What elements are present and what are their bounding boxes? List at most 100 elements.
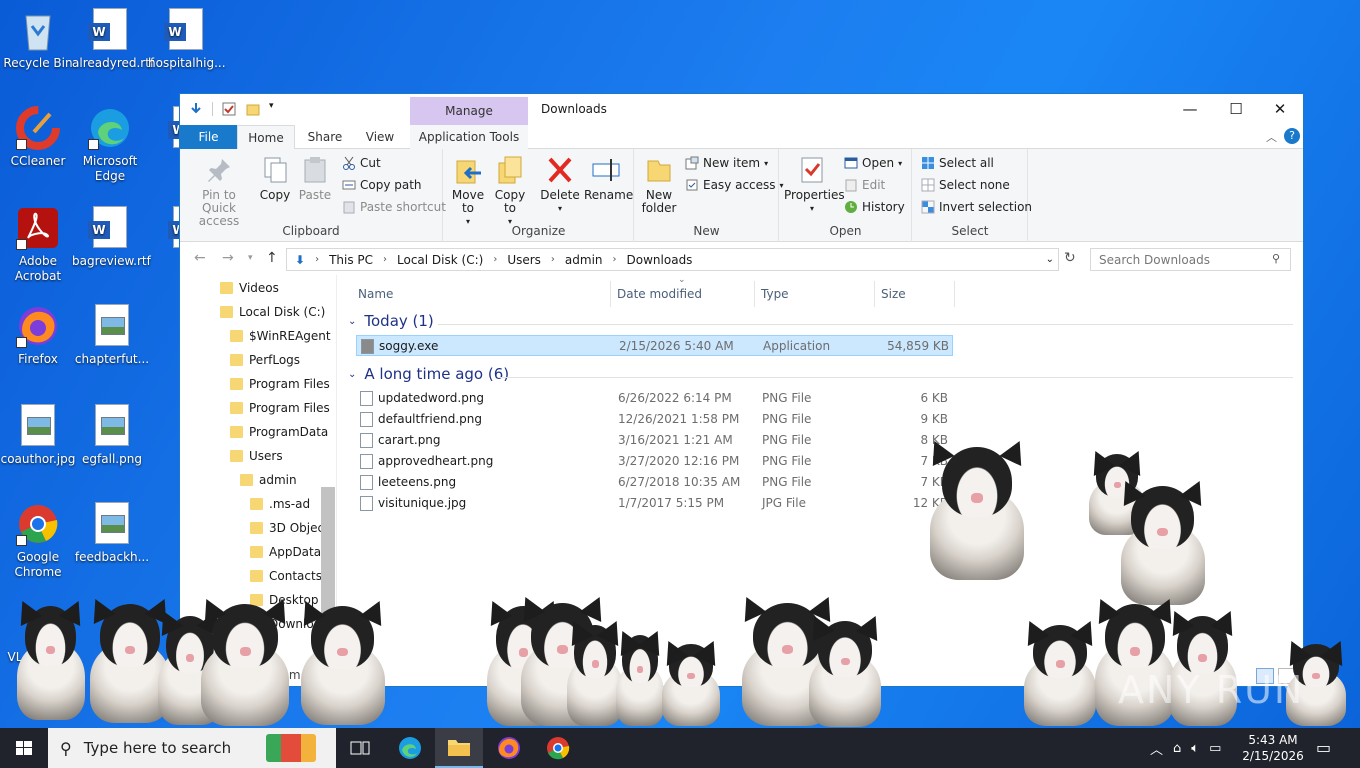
column-header-type[interactable]: Type	[755, 281, 875, 307]
tab-share[interactable]: Share	[302, 125, 348, 149]
file-row[interactable]: updatedword.png 6/26/2022 6:14 PM PNG File…	[356, 388, 953, 409]
help-icon[interactable]: ?	[1284, 128, 1300, 144]
desktop-icon-feedbackh[interactable]: feedbackh...	[74, 502, 150, 565]
tab-view[interactable]: View	[358, 125, 402, 149]
breadcrumb-local-disk[interactable]: Local Disk (C:)	[397, 253, 483, 267]
tab-application-tools[interactable]: Application Tools	[410, 125, 528, 149]
edit-button[interactable]: Edit	[844, 178, 885, 192]
taskbar-search-box[interactable]: ⚲ Type here to search	[48, 728, 336, 768]
nav-item[interactable]: $WinREAgent	[230, 325, 331, 347]
desktop-icon-ccleaner[interactable]: CCleaner	[0, 106, 76, 169]
file-row[interactable]: approvedheart.png 3/27/2020 12:16 PM PNG F…	[356, 451, 953, 472]
new-item-button[interactable]: New item ▾	[685, 156, 768, 170]
easy-access-button[interactable]: Easy access ▾	[685, 178, 784, 192]
rename-button[interactable]: Rename	[584, 155, 633, 202]
taskbar-firefox-button[interactable]	[485, 728, 533, 768]
taskbar-file-explorer-button[interactable]	[435, 728, 483, 768]
close-button[interactable]: ✕	[1257, 94, 1303, 124]
maximize-button[interactable]: ☐	[1213, 94, 1259, 124]
volume-icon[interactable]: 🔈︎	[1191, 741, 1199, 756]
collapse-ribbon-icon[interactable]: ︿	[1266, 129, 1277, 145]
copy-to-button[interactable]: Copy to ▾	[490, 155, 530, 228]
nav-item[interactable]: Users	[230, 445, 283, 467]
breadcrumb-users[interactable]: Users	[507, 253, 541, 267]
folder-icon	[250, 498, 263, 510]
input-indicator-icon[interactable]: ▭	[1209, 741, 1221, 756]
tab-file[interactable]: File	[180, 125, 237, 149]
address-bar[interactable]: ⬇ › This PC › Local Disk (C:) › Users › …	[286, 248, 1059, 271]
file-row[interactable]: visitunique.jpg 1/7/2017 5:15 PM JPG File 1…	[356, 493, 953, 514]
refresh-icon[interactable]: ↻	[1064, 250, 1076, 266]
recent-locations-icon[interactable]: ▾	[248, 253, 253, 263]
copy-button[interactable]: Copy	[256, 155, 294, 202]
desktop-icon-edge[interactable]: Microsoft Edge	[72, 106, 148, 184]
nav-item[interactable]: Local Disk (C:)	[220, 301, 325, 323]
desktop-icon-acrobat[interactable]: Adobe Acrobat	[0, 206, 76, 284]
file-row[interactable]: defaultfriend.png 12/26/2021 1:58 PM PNG F…	[356, 409, 953, 430]
address-dropdown-icon[interactable]: ⌄	[1046, 254, 1054, 265]
nav-item[interactable]: Program Files	[230, 373, 330, 395]
taskbar-edge-button[interactable]	[386, 728, 434, 768]
notifications-icon[interactable]: ▭	[1316, 738, 1331, 757]
desktop-icon-chrome[interactable]: Google Chrome	[0, 502, 76, 580]
customize-qat-icon[interactable]: ▾	[269, 101, 279, 117]
history-button[interactable]: History	[844, 200, 905, 214]
back-arrow-icon[interactable]: ←	[194, 250, 206, 266]
cut-button[interactable]: Cut	[342, 156, 381, 170]
file-row[interactable]: carart.png 3/16/2021 1:21 AM PNG File 8 KB	[356, 430, 953, 451]
clock[interactable]: 5:43 AM 2/15/2026	[1240, 732, 1306, 764]
task-view-button[interactable]	[336, 728, 384, 768]
desktop-icon-alreadyred[interactable]: W alreadyred.rtf	[72, 8, 154, 71]
desktop-icon-bagreview[interactable]: W bagreview.rtf	[72, 206, 151, 269]
nav-item[interactable]: .ms-ad	[250, 493, 310, 515]
forward-arrow-icon[interactable]: →	[222, 250, 234, 266]
minimize-button[interactable]: —	[1167, 94, 1213, 124]
desktop-icon-hospitalhig[interactable]: W hospitalhig...	[148, 8, 226, 71]
copy-path-button[interactable]: Copy path	[342, 178, 422, 192]
up-arrow-icon[interactable]: ↑	[266, 250, 278, 266]
new-folder-button[interactable]: New folder	[639, 155, 679, 215]
nav-item[interactable]: AppData	[250, 541, 321, 563]
taskbar-chrome-button[interactable]	[534, 728, 582, 768]
open-button[interactable]: Open ▾	[844, 156, 902, 170]
file-row[interactable]: soggy.exe 2/15/2026 5:40 AM Application 54,…	[356, 335, 953, 356]
nav-item[interactable]: PerfLogs	[230, 349, 300, 371]
start-button[interactable]	[0, 728, 48, 768]
nav-item[interactable]: admin	[240, 469, 297, 491]
new-folder-icon[interactable]	[245, 101, 261, 117]
desktop-icon-firefox[interactable]: Firefox	[0, 304, 76, 367]
delete-button[interactable]: Delete ▾	[538, 155, 582, 215]
show-hidden-icons-icon[interactable]: ︿	[1150, 739, 1163, 758]
nav-item[interactable]: Videos	[220, 277, 279, 299]
breadcrumb-downloads[interactable]: Downloads	[627, 253, 693, 267]
nav-item[interactable]: Program Files	[230, 397, 330, 419]
paste-button[interactable]: Paste	[296, 155, 334, 202]
manage-context-tab[interactable]: Manage	[410, 97, 528, 125]
properties-button[interactable]: Properties ▾	[784, 155, 845, 215]
desktop-icon-chapterfut[interactable]: chapterfut...	[74, 304, 150, 367]
desktop-icon-egfall[interactable]: egfall.png	[74, 404, 150, 467]
select-none-button[interactable]: Select none	[921, 178, 1010, 192]
properties-icon[interactable]	[188, 101, 204, 117]
group-header-today[interactable]: ⌄ Today (1)	[348, 312, 434, 330]
search-input[interactable]: Search Downloads	[1090, 248, 1291, 271]
pin-quick-access-button[interactable]: Pin to Quick access	[186, 155, 252, 228]
network-icon[interactable]: ⌂	[1173, 741, 1181, 756]
nav-item[interactable]: Contacts	[250, 565, 322, 587]
group-header-long-ago[interactable]: ⌄ A long time ago (6)	[348, 365, 509, 383]
desktop-icon-coauthor[interactable]: coauthor.jpg	[0, 404, 76, 467]
column-header-size[interactable]: Size	[875, 281, 955, 307]
invert-selection-button[interactable]: Invert selection	[921, 200, 1032, 214]
file-row[interactable]: leeteens.png 6/27/2018 10:35 AM PNG File 7 …	[356, 472, 953, 493]
breadcrumb-this-pc[interactable]: This PC	[329, 253, 373, 267]
tab-home[interactable]: Home	[237, 125, 295, 150]
column-header-name[interactable]: Name	[352, 281, 611, 307]
nav-item[interactable]: ProgramData	[230, 421, 328, 443]
breadcrumb-admin[interactable]: admin	[565, 253, 603, 267]
select-all-button[interactable]: Select all	[921, 156, 994, 170]
checklist-icon[interactable]	[221, 101, 237, 117]
move-to-button[interactable]: Move to ▾	[448, 155, 488, 228]
desktop-icon-recycle-bin[interactable]: Recycle Bin	[0, 8, 76, 71]
search-icon[interactable]: ⚲	[1272, 252, 1280, 265]
paste-shortcut-button[interactable]: Paste shortcut	[342, 200, 446, 214]
